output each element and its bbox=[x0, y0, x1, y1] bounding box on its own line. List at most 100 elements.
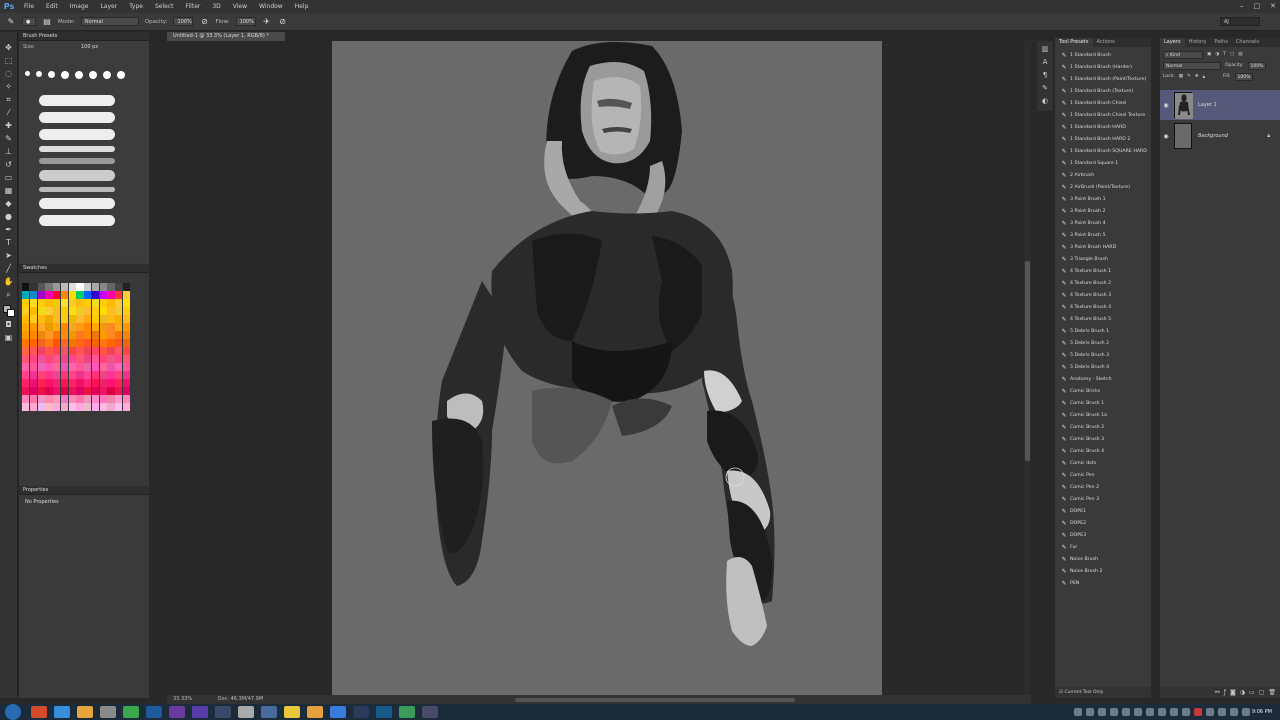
swatch[interactable] bbox=[37, 307, 45, 315]
swatch[interactable] bbox=[68, 387, 76, 395]
tool-preset-item[interactable]: ✎ 5 Debris Brush 1 bbox=[1055, 325, 1151, 337]
brush-settings-icon[interactable]: ✎ bbox=[1039, 82, 1051, 94]
swatch[interactable] bbox=[115, 403, 123, 411]
taskbar-app-icon[interactable] bbox=[307, 706, 323, 718]
pressure-size-icon[interactable]: ⊘ bbox=[278, 17, 288, 27]
swatch[interactable] bbox=[115, 347, 123, 355]
swatch[interactable] bbox=[115, 299, 123, 307]
taskbar-app-icon[interactable] bbox=[376, 706, 392, 718]
size-value[interactable]: 100 px bbox=[81, 44, 98, 50]
swatch[interactable] bbox=[22, 403, 30, 411]
swatch[interactable] bbox=[122, 339, 130, 347]
quick-select-tool-icon[interactable]: ✧ bbox=[2, 81, 16, 93]
tool-preset-item[interactable]: ✎ 4 Texture Brush 3 bbox=[1055, 289, 1151, 301]
start-button[interactable] bbox=[5, 704, 21, 720]
swatch[interactable] bbox=[99, 355, 107, 363]
swatch[interactable] bbox=[37, 347, 45, 355]
paragraph-icon[interactable]: ¶ bbox=[1039, 69, 1051, 81]
brush-tip[interactable] bbox=[75, 71, 83, 79]
swatch[interactable] bbox=[76, 299, 84, 307]
swatch[interactable] bbox=[60, 379, 68, 387]
swatch[interactable] bbox=[22, 379, 30, 387]
swatch[interactable] bbox=[60, 403, 68, 411]
swatch[interactable] bbox=[53, 395, 61, 403]
lock-position-icon[interactable]: ✥ bbox=[1195, 74, 1199, 79]
swatch[interactable] bbox=[76, 307, 84, 315]
tool-preset-item[interactable]: ✎ Comic Pen bbox=[1055, 469, 1151, 481]
swatch[interactable] bbox=[122, 323, 130, 331]
swatch[interactable] bbox=[91, 315, 99, 323]
brush-stroke-preview[interactable] bbox=[39, 158, 115, 164]
swatch[interactable] bbox=[37, 323, 45, 331]
swatch[interactable] bbox=[91, 363, 99, 371]
swatch[interactable] bbox=[122, 291, 130, 299]
swatch[interactable] bbox=[115, 379, 123, 387]
swatch[interactable] bbox=[22, 363, 30, 371]
menu-file[interactable]: File bbox=[18, 0, 40, 13]
tray-icon[interactable] bbox=[1122, 708, 1130, 716]
brush-stroke-preview[interactable] bbox=[39, 170, 115, 181]
tool-preset-item[interactable]: ✎ 3 Paint Brush HARD bbox=[1055, 241, 1151, 253]
properties-tab[interactable]: Properties bbox=[19, 486, 149, 495]
swatch[interactable] bbox=[60, 291, 68, 299]
swatch[interactable] bbox=[53, 283, 61, 291]
new-layer-icon[interactable]: ▢ bbox=[1259, 687, 1265, 698]
swatch[interactable] bbox=[29, 387, 37, 395]
swatch[interactable] bbox=[53, 291, 61, 299]
swatch[interactable] bbox=[68, 363, 76, 371]
swatch[interactable] bbox=[29, 331, 37, 339]
swatch[interactable] bbox=[84, 331, 92, 339]
tool-preset-item[interactable]: ✎ 5 Debris Brush 2 bbox=[1055, 337, 1151, 349]
swatch[interactable] bbox=[99, 395, 107, 403]
tray-icon[interactable] bbox=[1194, 708, 1202, 716]
swatch[interactable] bbox=[99, 387, 107, 395]
swatch[interactable] bbox=[84, 395, 92, 403]
tool-preset-item[interactable]: ✎ 5 Debris Brush 3 bbox=[1055, 349, 1151, 361]
swatch[interactable] bbox=[99, 299, 107, 307]
tool-preset-item[interactable]: ✎ 1 Standard Brush (Texture) bbox=[1055, 85, 1151, 97]
brush-tool-icon[interactable]: ✎ bbox=[2, 133, 16, 145]
brush-tip[interactable] bbox=[48, 71, 55, 78]
swatch[interactable] bbox=[29, 315, 37, 323]
crop-tool-icon[interactable]: ⌗ bbox=[2, 94, 16, 106]
tab-tool-presets[interactable]: Tool Presets bbox=[1055, 38, 1093, 47]
swatch[interactable] bbox=[99, 403, 107, 411]
swatch[interactable] bbox=[37, 363, 45, 371]
swatch[interactable] bbox=[115, 291, 123, 299]
taskbar-app-icon[interactable] bbox=[100, 706, 116, 718]
swatch[interactable] bbox=[68, 315, 76, 323]
swatch[interactable] bbox=[60, 315, 68, 323]
swatch[interactable] bbox=[37, 403, 45, 411]
maximize-icon[interactable]: □ bbox=[1254, 0, 1261, 13]
swatch[interactable] bbox=[68, 355, 76, 363]
swatch[interactable] bbox=[53, 299, 61, 307]
swatch[interactable] bbox=[60, 355, 68, 363]
taskbar-app-icon[interactable] bbox=[422, 706, 438, 718]
tool-preset-item[interactable]: ✎ 5 Debris Brush 4 bbox=[1055, 361, 1151, 373]
tool-preset-item[interactable]: ✎ 1 Standard Brush HARD 2 bbox=[1055, 133, 1151, 145]
brush-panel-toggle-icon[interactable]: ▤ bbox=[42, 17, 52, 27]
swatch[interactable] bbox=[29, 283, 37, 291]
swatch[interactable] bbox=[37, 331, 45, 339]
flow-field[interactable]: 100% bbox=[235, 17, 256, 26]
swatch[interactable] bbox=[107, 403, 115, 411]
swatch[interactable] bbox=[84, 283, 92, 291]
swatch[interactable] bbox=[29, 307, 37, 315]
tool-preset-item[interactable]: ✎ Comic Pen 3 bbox=[1055, 493, 1151, 505]
swatch[interactable] bbox=[99, 339, 107, 347]
swatch[interactable] bbox=[76, 395, 84, 403]
swatch[interactable] bbox=[60, 371, 68, 379]
taskbar-clock[interactable]: 9:06 PM bbox=[1252, 704, 1272, 720]
swatches-tab[interactable]: Swatches bbox=[19, 264, 149, 273]
swatch[interactable] bbox=[107, 395, 115, 403]
swatch[interactable] bbox=[68, 323, 76, 331]
swatch[interactable] bbox=[122, 347, 130, 355]
swatch[interactable] bbox=[99, 283, 107, 291]
tool-preset-item[interactable]: ✎ Comic Brush 1 bbox=[1055, 397, 1151, 409]
swatch[interactable] bbox=[107, 387, 115, 395]
document-canvas[interactable] bbox=[332, 41, 882, 695]
taskbar-app-icon[interactable] bbox=[77, 706, 93, 718]
swatch[interactable] bbox=[107, 379, 115, 387]
swatch[interactable] bbox=[68, 403, 76, 411]
swatch[interactable] bbox=[68, 299, 76, 307]
